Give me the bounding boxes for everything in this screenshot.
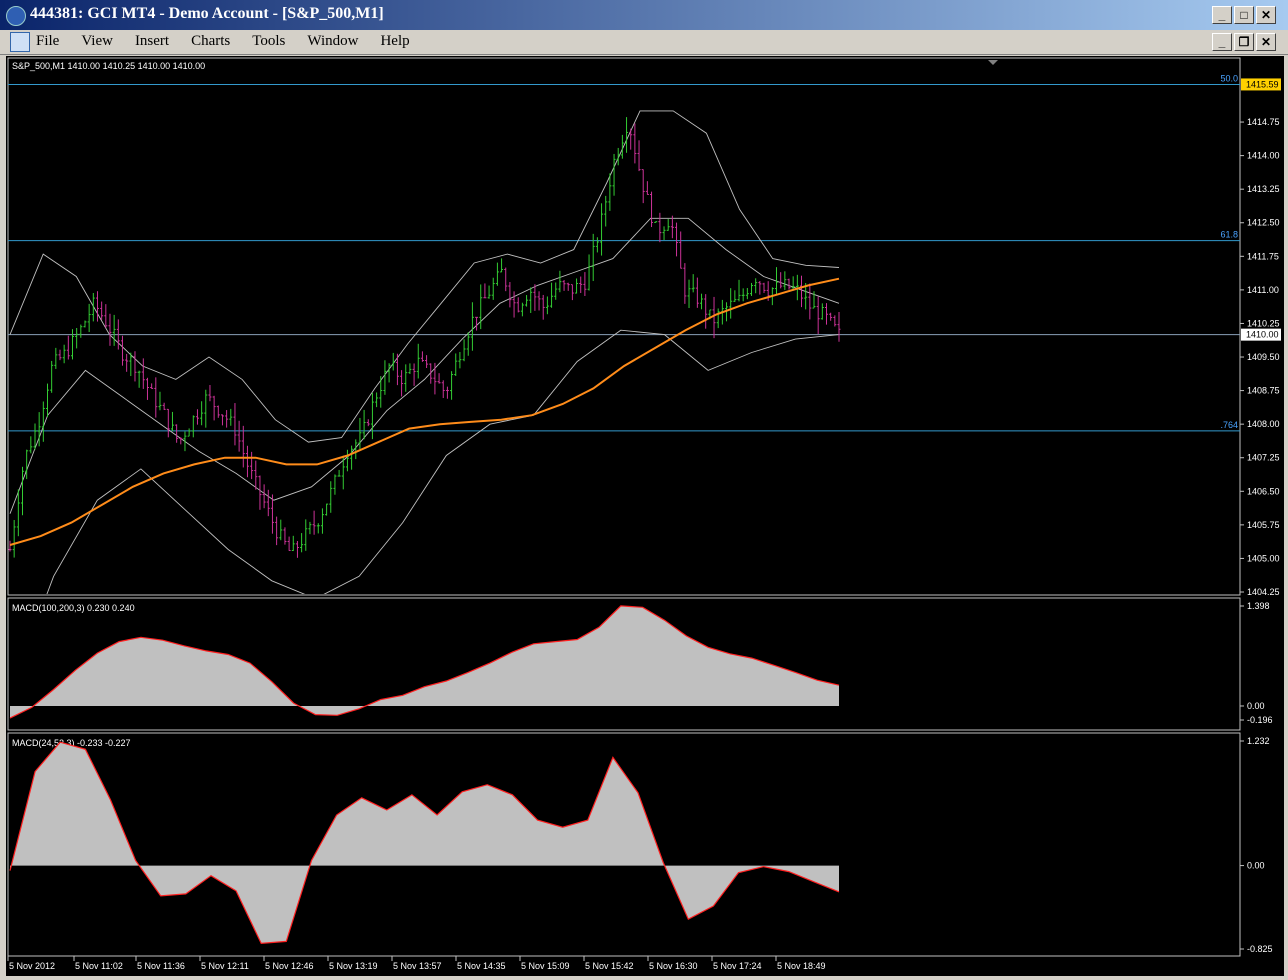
price-tick-label: 1406.50 — [1247, 486, 1280, 496]
close-button[interactable]: ✕ — [1256, 6, 1276, 24]
mdi-restore-button[interactable]: ❐ — [1234, 33, 1254, 51]
menu-window[interactable]: Window — [307, 33, 358, 50]
app-icon — [6, 6, 26, 26]
time-tick-label: 5 Nov 14:35 — [457, 961, 506, 971]
title-bar: 444381: GCI MT4 - Demo Account - [S&P_50… — [0, 0, 1288, 30]
fib-label: .764 — [1220, 420, 1238, 430]
price-axis: 1414.75 1414.00 1413.25 1412.50 1411.75 1411.… — [1240, 78, 1281, 597]
mdi-controls: _ ❐ ✕ — [1212, 33, 1276, 51]
price-tick-label: 1414.00 — [1247, 151, 1280, 161]
price-tick-label: 1412.50 — [1247, 218, 1280, 228]
macd-tick-label: -0.825 — [1247, 944, 1273, 954]
macd1-title: MACD(100,200,3) 0.230 0.240 — [12, 603, 135, 613]
time-tick-label: 5 Nov 12:11 — [201, 961, 249, 971]
price-tick-label: 1409.50 — [1247, 352, 1280, 362]
menu-charts[interactable]: Charts — [191, 33, 230, 50]
chart-document-icon[interactable] — [10, 32, 30, 52]
menu-bar: File View Insert Charts Tools Window Hel… — [0, 30, 1288, 55]
macd-tick-label: 0.00 — [1247, 861, 1265, 871]
time-tick-label: 5 Nov 15:09 — [521, 961, 570, 971]
menu-insert[interactable]: Insert — [135, 33, 169, 50]
minimize-button[interactable]: _ — [1212, 6, 1232, 24]
time-tick-label: 5 Nov 18:49 — [777, 961, 826, 971]
menu-file[interactable]: File — [36, 33, 59, 50]
menu-help[interactable]: Help — [380, 33, 409, 50]
price-pane-title: S&P_500,M1 1410.00 1410.25 1410.00 1410.… — [12, 61, 205, 71]
time-tick-label: 5 Nov 16:30 — [649, 961, 698, 971]
price-tick-label: 1408.75 — [1247, 386, 1280, 396]
price-tick-label: 1405.75 — [1247, 520, 1280, 530]
price-tick-label: 1413.25 — [1247, 184, 1280, 194]
window-title: 444381: GCI MT4 - Demo Account - [S&P_50… — [30, 5, 384, 22]
fib-label: 50.0 — [1220, 73, 1238, 83]
time-tick-label: 5 Nov 15:42 — [585, 961, 634, 971]
time-tick-label: 5 Nov 12:46 — [265, 961, 314, 971]
price-tick-label: 1407.25 — [1247, 453, 1280, 463]
price-tick-label: 1408.00 — [1247, 419, 1280, 429]
macd-tick-label: 0.00 — [1247, 701, 1265, 711]
menu-view[interactable]: View — [81, 33, 113, 50]
menu-tools[interactable]: Tools — [252, 33, 285, 50]
fib-label: 61.8 — [1220, 230, 1238, 240]
price-tick-label: 1411.75 — [1247, 251, 1279, 261]
macd-tick-label: 1.232 — [1247, 736, 1270, 746]
time-tick-label: 5 Nov 13:57 — [393, 961, 442, 971]
chart-window[interactable]: S&P_500,M1 1410.00 1410.25 1410.00 1410.… — [6, 56, 1284, 976]
macd-tick-label: -0.196 — [1247, 715, 1273, 725]
mdi-close-button[interactable]: ✕ — [1256, 33, 1276, 51]
maximize-button[interactable]: □ — [1234, 6, 1254, 24]
price-tick-label: 1404.25 — [1247, 587, 1280, 597]
time-tick-label: 5 Nov 11:02 — [75, 961, 123, 971]
price-tick-label: 1411.00 — [1247, 285, 1279, 295]
macd-tick-label: 1.398 — [1247, 601, 1270, 611]
price-tick-label: 1410.25 — [1247, 318, 1280, 328]
high-price-tag-label: 1415.59 — [1246, 79, 1279, 89]
time-tick-label: 5 Nov 13:19 — [329, 961, 378, 971]
time-tick-label: 5 Nov 17:24 — [713, 961, 762, 971]
current-price-tag-label: 1410.00 — [1246, 330, 1279, 340]
price-tick-label: 1405.00 — [1247, 553, 1280, 563]
chart-canvas[interactable]: S&P_500,M1 1410.00 1410.25 1410.00 1410.… — [6, 56, 1284, 976]
time-tick-label: 5 Nov 11:36 — [137, 961, 185, 971]
mdi-minimize-button[interactable]: _ — [1212, 33, 1232, 51]
window-controls: _ □ ✕ — [1212, 6, 1276, 24]
price-tick-label: 1414.75 — [1247, 117, 1280, 127]
time-tick-label: 5 Nov 2012 — [9, 961, 55, 971]
